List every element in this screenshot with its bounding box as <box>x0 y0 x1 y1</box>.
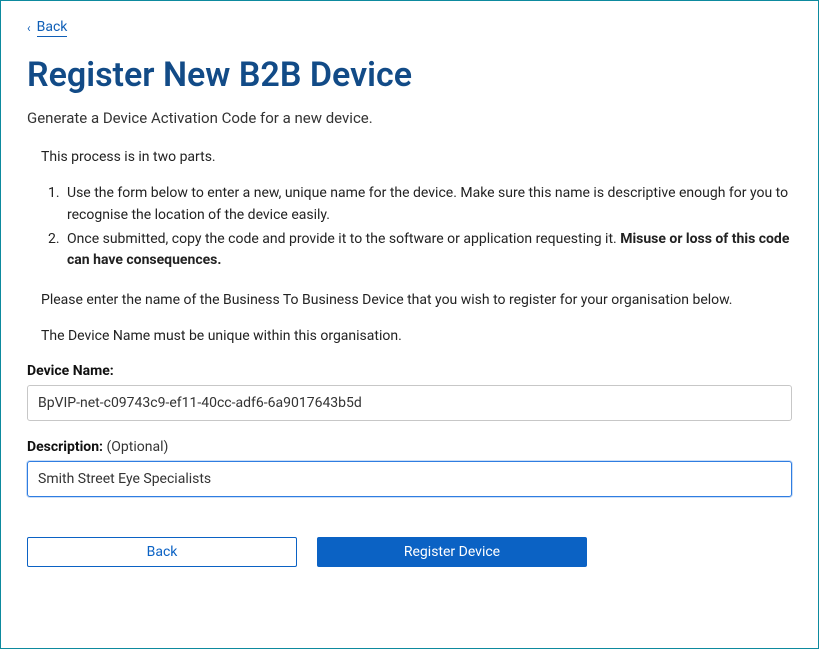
instruction-1: Please enter the name of the Business To… <box>41 290 792 310</box>
back-link[interactable]: ‹ Back <box>27 19 67 37</box>
device-name-input[interactable] <box>27 385 792 421</box>
back-link-label: Back <box>37 19 68 37</box>
page-title: Register New B2B Device <box>27 55 792 95</box>
form: Device Name: Description: (Optional) Bac… <box>27 363 792 567</box>
step-1: Use the form below to enter a new, uniqu… <box>63 183 792 226</box>
description-label-text: Description: <box>27 439 103 455</box>
chevron-left-icon: ‹ <box>27 22 31 34</box>
intro-text: This process is in two parts. <box>41 147 792 167</box>
steps-list: Use the form below to enter a new, uniqu… <box>63 183 792 272</box>
register-device-button[interactable]: Register Device <box>317 537 587 567</box>
device-name-label: Device Name: <box>27 363 792 379</box>
instruction-2: The Device Name must be unique within th… <box>41 326 792 346</box>
description-label: Description: (Optional) <box>27 439 792 455</box>
button-row: Back Register Device <box>27 537 792 567</box>
step-1-text: Use the form below to enter a new, uniqu… <box>67 185 788 223</box>
description-input[interactable] <box>27 461 792 497</box>
step-2-prefix: Once submitted, copy the code and provid… <box>67 231 620 247</box>
page-subtitle: Generate a Device Activation Code for a … <box>27 109 792 127</box>
step-2: Once submitted, copy the code and provid… <box>63 229 792 272</box>
page-frame: ‹ Back Register New B2B Device Generate … <box>0 0 819 649</box>
back-button[interactable]: Back <box>27 537 297 567</box>
description-optional: (Optional) <box>103 439 168 455</box>
